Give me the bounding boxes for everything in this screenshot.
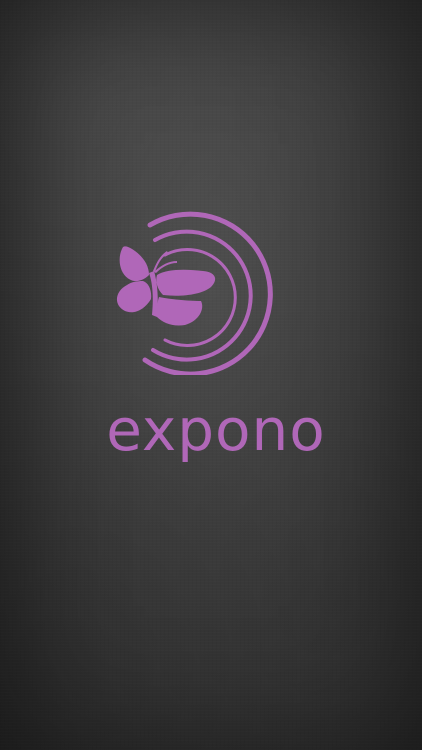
butterfly-icon	[105, 205, 275, 377]
butterfly-shape	[116, 246, 216, 326]
splash-screen: expono	[0, 0, 422, 750]
brand-wordmark: expono	[106, 396, 326, 464]
